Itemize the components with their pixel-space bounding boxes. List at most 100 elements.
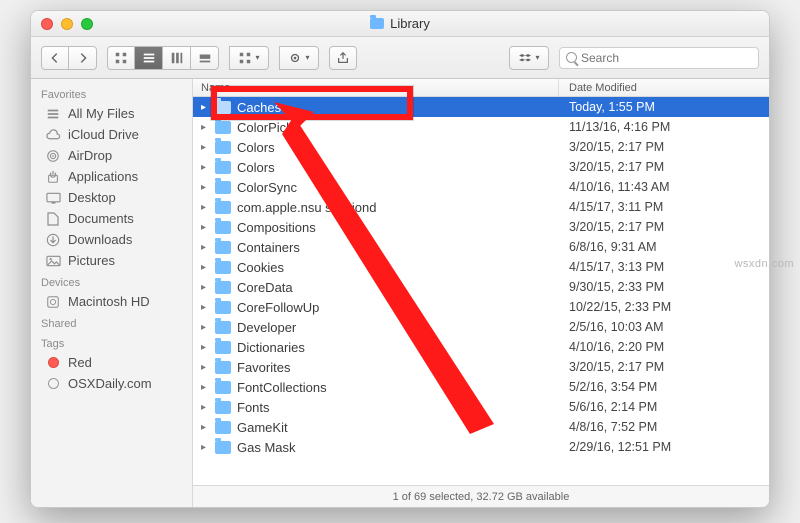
disclosure-triangle-icon[interactable]: ▸: [201, 382, 211, 393]
back-button[interactable]: [41, 46, 69, 70]
file-name: Developer: [237, 320, 559, 335]
file-name: ColorSync: [237, 180, 559, 195]
file-name: Colors: [237, 140, 559, 155]
file-rows[interactable]: ▸CachesToday, 1:55 PM▸ColorPick11/13/16,…: [193, 97, 769, 485]
icon-view-button[interactable]: [107, 46, 135, 70]
chevron-down-icon: ▾: [255, 53, 259, 62]
sidebar-item-documents[interactable]: Documents: [31, 208, 192, 229]
file-row[interactable]: ▸Containers6/8/16, 9:31 AM: [193, 237, 769, 257]
action-button[interactable]: ▾: [279, 46, 319, 70]
file-row[interactable]: ▸ColorPick11/13/16, 4:16 PM: [193, 117, 769, 137]
disclosure-triangle-icon[interactable]: ▸: [201, 122, 211, 133]
sidebar-group-label: Tags: [31, 332, 192, 352]
window-title-text: Library: [390, 16, 430, 31]
file-name: GameKit: [237, 420, 559, 435]
file-row[interactable]: ▸CoreData9/30/15, 2:33 PM: [193, 277, 769, 297]
forward-button[interactable]: [69, 46, 97, 70]
file-row[interactable]: ▸Gas Mask2/29/16, 12:51 PM: [193, 437, 769, 457]
disclosure-triangle-icon[interactable]: ▸: [201, 362, 211, 373]
file-name: Compositions: [237, 220, 559, 235]
column-view-button[interactable]: [163, 46, 191, 70]
coverflow-view-button[interactable]: [191, 46, 219, 70]
file-row[interactable]: ▸Dictionaries4/10/16, 2:20 PM: [193, 337, 769, 357]
share-icon: [336, 51, 350, 65]
gear-icon: [288, 51, 302, 65]
disclosure-triangle-icon[interactable]: ▸: [201, 442, 211, 453]
disclosure-triangle-icon[interactable]: ▸: [201, 202, 211, 213]
share-button[interactable]: [329, 46, 357, 70]
disclosure-triangle-icon[interactable]: ▸: [201, 242, 211, 253]
sidebar-item-osxdaily-com[interactable]: OSXDaily.com: [31, 373, 192, 394]
folder-icon: [215, 321, 231, 334]
file-row[interactable]: ▸com.apple.nsu sessiond4/15/17, 3:11 PM: [193, 197, 769, 217]
applications-icon: [45, 170, 61, 184]
search-input[interactable]: [581, 51, 752, 65]
file-date: 4/10/16, 11:43 AM: [559, 180, 769, 194]
file-date: 2/5/16, 10:03 AM: [559, 320, 769, 334]
tag-red: [45, 356, 61, 370]
sidebar-item-red[interactable]: Red: [31, 352, 192, 373]
file-row[interactable]: ▸Colors3/20/15, 2:17 PM: [193, 137, 769, 157]
disclosure-triangle-icon[interactable]: ▸: [201, 222, 211, 233]
file-row[interactable]: ▸Colors3/20/15, 2:17 PM: [193, 157, 769, 177]
sidebar-item-label: Downloads: [68, 232, 132, 247]
close-button[interactable]: [41, 18, 53, 30]
folder-icon: [215, 361, 231, 374]
disclosure-triangle-icon[interactable]: ▸: [201, 402, 211, 413]
maximize-button[interactable]: [81, 18, 93, 30]
sidebar-item-applications[interactable]: Applications: [31, 166, 192, 187]
finder-window: Library: [30, 10, 770, 508]
file-row[interactable]: ▸CoreFollowUp10/22/15, 2:33 PM: [193, 297, 769, 317]
disclosure-triangle-icon[interactable]: ▸: [201, 302, 211, 313]
disclosure-triangle-icon[interactable]: ▸: [201, 182, 211, 193]
file-list-pane: Name Date Modified ▸CachesToday, 1:55 PM…: [193, 79, 769, 507]
sidebar-item-downloads[interactable]: Downloads: [31, 229, 192, 250]
disclosure-triangle-icon[interactable]: ▸: [201, 162, 211, 173]
search-field[interactable]: [559, 47, 759, 69]
sidebar-item-desktop[interactable]: Desktop: [31, 187, 192, 208]
file-row[interactable]: ▸ ColorSync4/10/16, 11:43 AM: [193, 177, 769, 197]
status-text: 1 of 69 selected, 32.72 GB available: [393, 491, 570, 503]
file-row[interactable]: ▸Favorites3/20/15, 2:17 PM: [193, 357, 769, 377]
titlebar: Library: [31, 11, 769, 37]
folder-icon: [215, 241, 231, 254]
sidebar-item-macintosh-hd[interactable]: Macintosh HD: [31, 291, 192, 312]
file-date: 6/8/16, 9:31 AM: [559, 240, 769, 254]
sidebar-item-icloud-drive[interactable]: iCloud Drive: [31, 124, 192, 145]
sidebar: FavoritesAll My FilesiCloud DriveAirDrop…: [31, 79, 193, 507]
minimize-button[interactable]: [61, 18, 73, 30]
dropbox-button[interactable]: ▾: [509, 46, 549, 70]
disclosure-triangle-icon[interactable]: ▸: [201, 322, 211, 333]
sidebar-item-pictures[interactable]: Pictures: [31, 250, 192, 271]
folder-icon: [215, 201, 231, 214]
arrange-button[interactable]: ▾: [229, 46, 269, 70]
column-date-modified[interactable]: Date Modified: [559, 79, 769, 96]
file-row[interactable]: ▸Cookies4/15/17, 3:13 PM: [193, 257, 769, 277]
sidebar-item-label: AirDrop: [68, 148, 112, 163]
desktop-icon: [45, 191, 61, 205]
disclosure-triangle-icon[interactable]: ▸: [201, 282, 211, 293]
file-row[interactable]: ▸ Developer2/5/16, 10:03 AM: [193, 317, 769, 337]
disclosure-triangle-icon[interactable]: ▸: [201, 262, 211, 273]
disclosure-triangle-icon[interactable]: ▸: [201, 142, 211, 153]
file-row[interactable]: ▸Fonts5/6/16, 2:14 PM: [193, 397, 769, 417]
disclosure-triangle-icon[interactable]: ▸: [201, 102, 211, 113]
folder-icon: [215, 161, 231, 174]
folder-icon: [215, 341, 231, 354]
file-date: 11/13/16, 4:16 PM: [559, 120, 769, 134]
disclosure-triangle-icon[interactable]: ▸: [201, 422, 211, 433]
folder-icon: [215, 221, 231, 234]
action-group: ▾: [279, 46, 319, 70]
column-name[interactable]: Name: [193, 79, 559, 96]
disclosure-triangle-icon[interactable]: ▸: [201, 342, 211, 353]
file-name: CoreData: [237, 280, 559, 295]
file-row[interactable]: ▸GameKit4/8/16, 7:52 PM: [193, 417, 769, 437]
sidebar-item-airdrop[interactable]: AirDrop: [31, 145, 192, 166]
sidebar-item-all-my-files[interactable]: All My Files: [31, 103, 192, 124]
sidebar-item-label: Applications: [68, 169, 138, 184]
tag-empty: [45, 377, 61, 391]
list-view-button[interactable]: [135, 46, 163, 70]
file-row[interactable]: ▸FontCollections5/2/16, 3:54 PM: [193, 377, 769, 397]
file-row[interactable]: ▸CachesToday, 1:55 PM: [193, 97, 769, 117]
file-row[interactable]: ▸Compositions3/20/15, 2:17 PM: [193, 217, 769, 237]
